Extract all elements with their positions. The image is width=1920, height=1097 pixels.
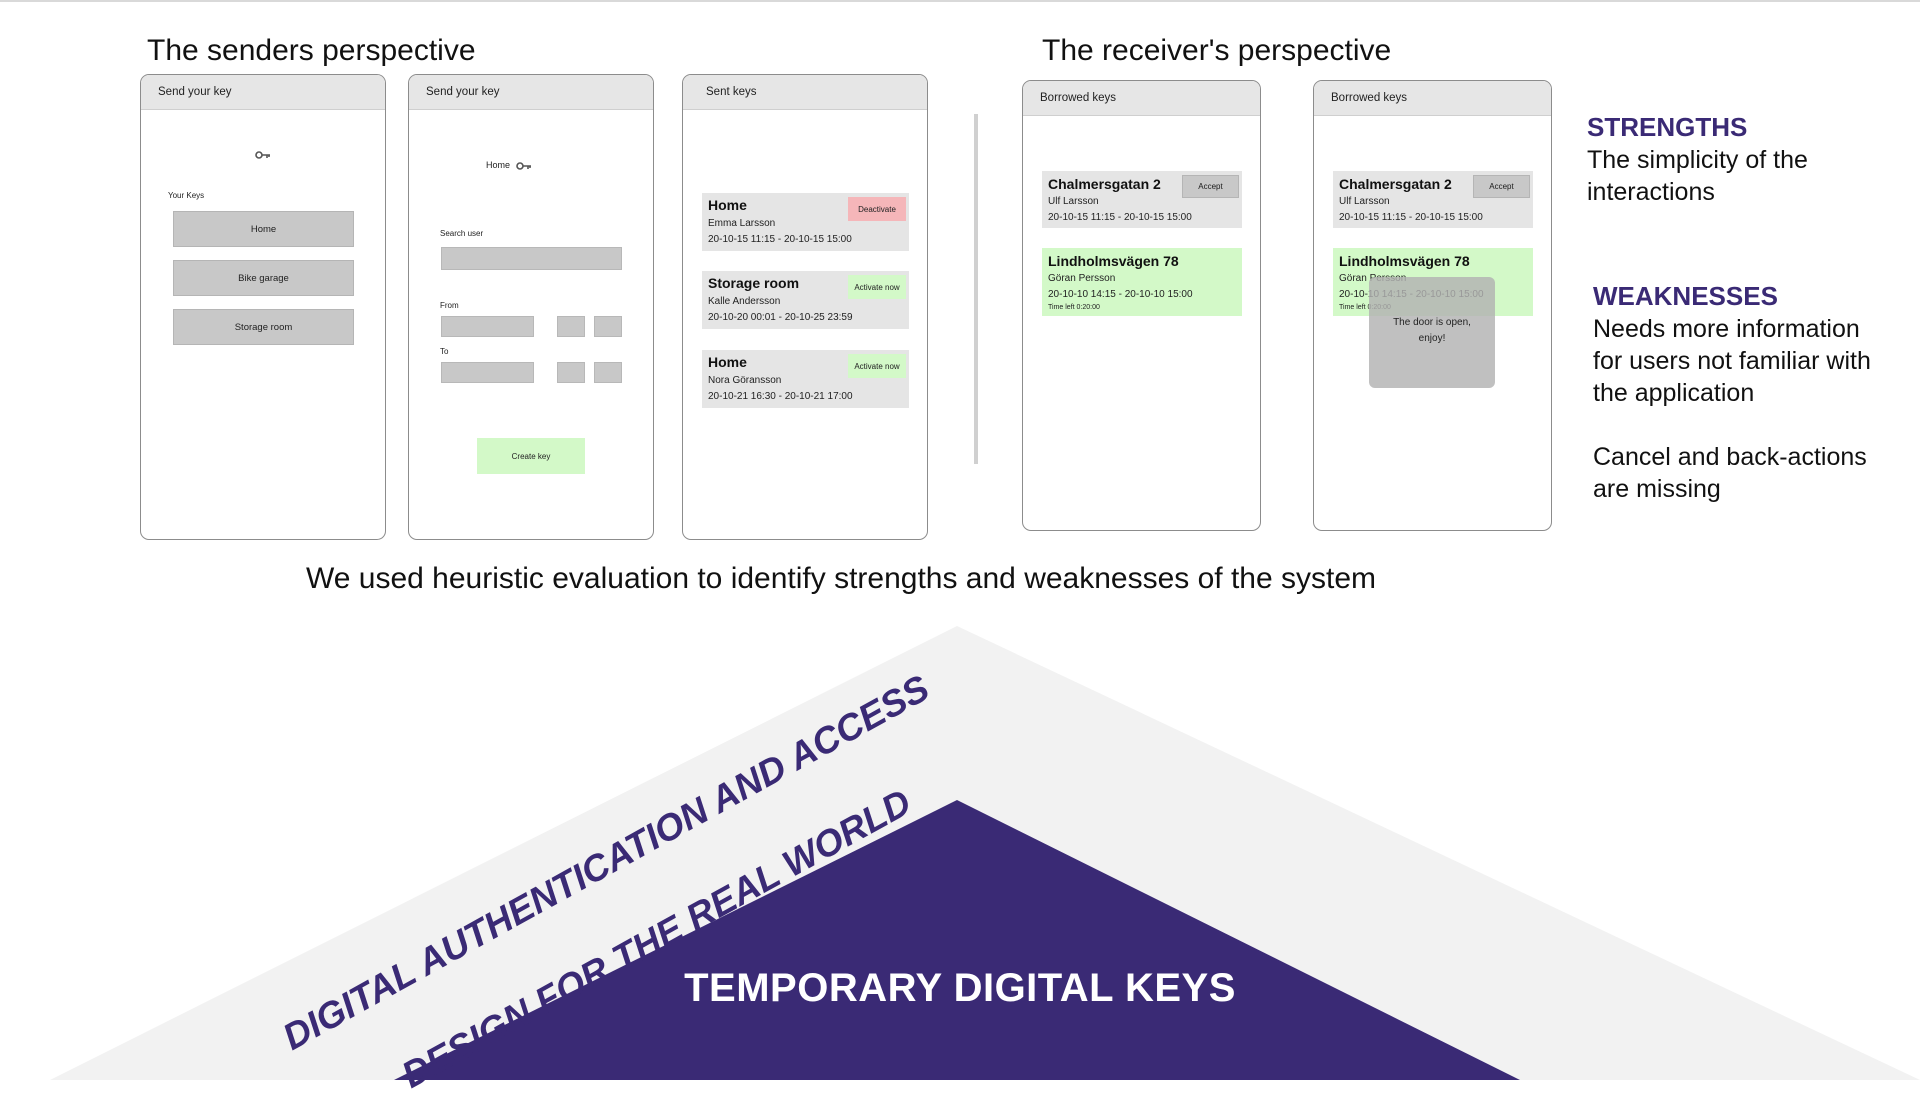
borrowed-key-title: Lindholmsvägen 78 [1339,253,1470,269]
perspective-divider [974,114,978,464]
your-keys-label: Your Keys [168,191,205,200]
from-label: From [440,301,459,310]
door-open-toast: The door is open, enjoy! [1369,277,1495,388]
screen-borrowed-keys-open: Borrowed keys Chalmersgatan 2 Ulf Larsso… [1313,80,1552,531]
sent-key-recipient: Nora Göransson [708,375,782,386]
from-hour-input[interactable] [557,316,585,337]
sent-key-dates: 20-10-20 00:01 - 20-10-25 23:59 [708,312,853,323]
accept-button[interactable]: Accept [1182,175,1239,198]
borrowed-key-card[interactable]: Chalmersgatan 2 Ulf Larsson 20-10-15 11:… [1333,171,1533,228]
screen-borrowed-keys: Borrowed keys Chalmersgatan 2 Ulf Larsso… [1022,80,1261,531]
borrowed-key-dates: 20-10-10 14:15 - 20-10-10 15:00 [1048,289,1193,300]
senders-perspective-title: The senders perspective [147,34,476,67]
to-label: To [440,347,449,356]
key-icon [516,158,532,176]
pyramid-center-label: TEMPORARY DIGITAL KEYS [684,966,1236,1010]
borrowed-key-owner: Ulf Larsson [1339,196,1390,207]
to-date-input[interactable] [441,362,534,383]
time-left-label: Time left 0:20:00 [1048,304,1100,311]
activate-now-button[interactable]: Activate now [848,354,906,378]
strengths-heading: STRENGTHS [1587,112,1748,142]
screen-sent-keys: Sent keys Home Emma Larsson 20-10-15 11:… [682,74,928,540]
to-minute-input[interactable] [594,362,622,383]
search-user-label: Search user [440,229,484,238]
weaknesses-heading: WEAKNESSES [1593,281,1778,311]
screen-header: Send your key [409,75,653,110]
activate-now-button[interactable]: Activate now [848,275,906,299]
key-button-bike-garage[interactable]: Bike garage [173,260,354,296]
screen-header: Borrowed keys [1023,81,1260,116]
sent-key-card[interactable]: Home Nora Göransson 20-10-21 16:30 - 20-… [702,350,909,408]
sent-key-title: Home [708,197,747,213]
sent-key-recipient: Kalle Andersson [708,296,781,307]
key-icon [255,147,271,165]
from-date-input[interactable] [441,316,534,337]
create-key-button[interactable]: Create key [477,438,585,474]
borrowed-key-title: Lindholmsvägen 78 [1048,253,1179,269]
sent-key-card[interactable]: Home Emma Larsson 20-10-15 11:15 - 20-10… [702,193,909,251]
sent-key-card[interactable]: Storage room Kalle Andersson 20-10-20 00… [702,271,909,329]
key-button-home[interactable]: Home [173,211,354,247]
sent-key-title: Storage room [708,275,800,291]
borrowed-key-card[interactable]: Chalmersgatan 2 Ulf Larsson 20-10-15 11:… [1042,171,1242,228]
sent-key-dates: 20-10-21 16:30 - 20-10-21 17:00 [708,391,853,402]
weaknesses-text-info: Needs more information for users not fam… [1593,315,1871,407]
borrowed-key-owner: Ulf Larsson [1048,196,1099,207]
borrowed-key-title: Chalmersgatan 2 [1048,176,1161,192]
search-user-input[interactable] [441,247,622,270]
screen-header: Sent keys [683,75,927,110]
borrowed-key-title: Chalmersgatan 2 [1339,176,1452,192]
selected-key-label: Home [486,160,511,170]
weaknesses-text-actions: Cancel and back-actions are missing [1593,443,1867,503]
borrowed-key-owner: Göran Persson [1048,273,1116,284]
screen-header: Send your key [141,75,385,110]
deactivate-button[interactable]: Deactivate [848,197,906,221]
borrowed-key-card-active[interactable]: Lindholmsvägen 78 Göran Persson 20-10-10… [1042,248,1242,316]
sent-key-recipient: Emma Larsson [708,218,776,229]
sent-key-title: Home [708,354,747,370]
receivers-perspective-title: The receiver's perspective [1042,34,1392,67]
screen-header: Borrowed keys [1314,81,1551,116]
strengths-text: The simplicity of the interactions [1587,146,1808,206]
accept-button[interactable]: Accept [1473,175,1530,198]
borrowed-key-dates: 20-10-15 11:15 - 20-10-15 15:00 [1048,212,1192,223]
from-minute-input[interactable] [594,316,622,337]
evaluation-caption: We used heuristic evaluation to identify… [306,562,1377,595]
screen-send-key-form: Send your key Home Search user From To C… [408,74,654,540]
sent-key-dates: 20-10-15 11:15 - 20-10-15 15:00 [708,234,852,245]
screen-send-key-list: Send your key Your Keys Home Bike garage… [140,74,386,540]
key-button-storage-room[interactable]: Storage room [173,309,354,345]
borrowed-key-dates: 20-10-15 11:15 - 20-10-15 15:00 [1339,212,1483,223]
to-hour-input[interactable] [557,362,585,383]
